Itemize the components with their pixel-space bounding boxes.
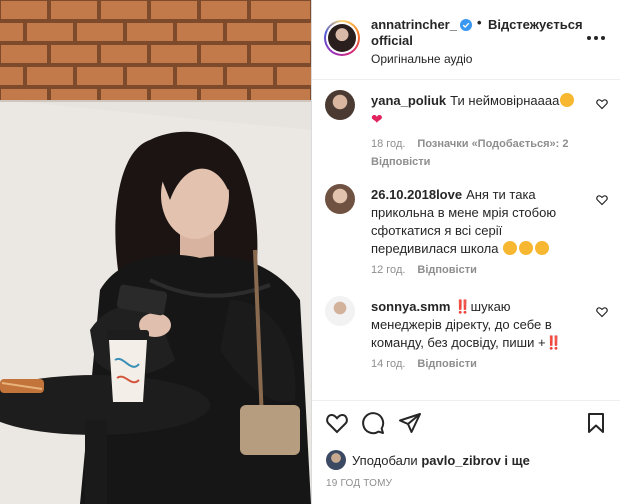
comment-time: 12 год. (371, 264, 406, 276)
post-header: annatrincher_ official • Відстежується О… (312, 0, 620, 80)
likes-prefix: Уподобали (352, 453, 418, 468)
post-actions-bar (312, 400, 620, 442)
comment-reply-link[interactable]: Відповісти (371, 156, 430, 168)
like-heart-icon[interactable] (325, 411, 349, 435)
comment-likes-count[interactable]: Позначки «Подобається»: 2 (417, 138, 568, 150)
author-username[interactable]: annatrincher_ official (371, 17, 461, 49)
comment-reply-link[interactable]: Відповісти (417, 358, 476, 370)
likes-others-link[interactable]: і ще (504, 453, 529, 468)
likes-summary: Уподобали pavlo_zibrov і ще (312, 442, 620, 476)
more-options-icon[interactable] (586, 34, 606, 42)
comment-avatar[interactable] (325, 296, 355, 326)
author-avatar[interactable] (324, 20, 360, 56)
comment-text: Ти неймовірнаааа (450, 93, 560, 108)
following-button[interactable]: Відстежується (488, 17, 583, 32)
comment-reply-link[interactable]: Відповісти (417, 264, 476, 276)
pastry-plate (0, 379, 44, 393)
comments-list[interactable]: yana_poliuk Ти неймовірнаааа ❤ 18 год. Поз… (312, 80, 620, 400)
post-timestamp[interactable]: 19 ГОД ТОМУ (326, 478, 392, 489)
kissing-emoji-icon (535, 241, 550, 255)
liker-avatar[interactable] (326, 450, 346, 470)
kissing-emoji-icon (503, 241, 518, 255)
comment-item: yana_poliuk Ти неймовірнаааа ❤ 18 год. Поз… (312, 90, 620, 170)
table-leg (85, 420, 107, 504)
comment-item: sonnya.smm ‼️шукаю менеджерів діректу, до… (312, 296, 620, 380)
comment-like-heart-icon[interactable] (596, 194, 608, 206)
comment-username[interactable]: yana_poliuk (371, 93, 446, 108)
comment-bubble-icon[interactable] (361, 411, 385, 435)
comment-item: 26.10.2018love Аня ти така прикольна в ме… (312, 184, 620, 288)
star-struck-emoji-icon (560, 93, 575, 107)
red-heart-emoji-icon: ❤ (371, 111, 383, 127)
comment-like-heart-icon[interactable] (596, 306, 608, 318)
separator-dot: • (477, 15, 482, 30)
coffee-cup (107, 330, 149, 402)
comment-username[interactable]: 26.10.2018love (371, 187, 462, 202)
share-paper-plane-icon[interactable] (398, 411, 422, 435)
comment-username[interactable]: sonnya.smm (371, 299, 450, 314)
verified-badge-icon (460, 19, 472, 31)
post-image[interactable] (0, 0, 311, 504)
comment-avatar[interactable] (325, 184, 355, 214)
comment-like-heart-icon[interactable] (596, 98, 608, 110)
comment-time: 14 год. (371, 358, 406, 370)
liker-username[interactable]: pavlo_zibrov (421, 453, 500, 468)
save-bookmark-icon[interactable] (584, 411, 608, 435)
comment-avatar[interactable] (325, 90, 355, 120)
comment-time: 18 год. (371, 138, 406, 150)
audio-link[interactable]: Оригінальне аудіо (371, 52, 472, 66)
kissing-emoji-icon (519, 241, 534, 255)
post-panel: annatrincher_ official • Відстежується О… (311, 0, 620, 504)
